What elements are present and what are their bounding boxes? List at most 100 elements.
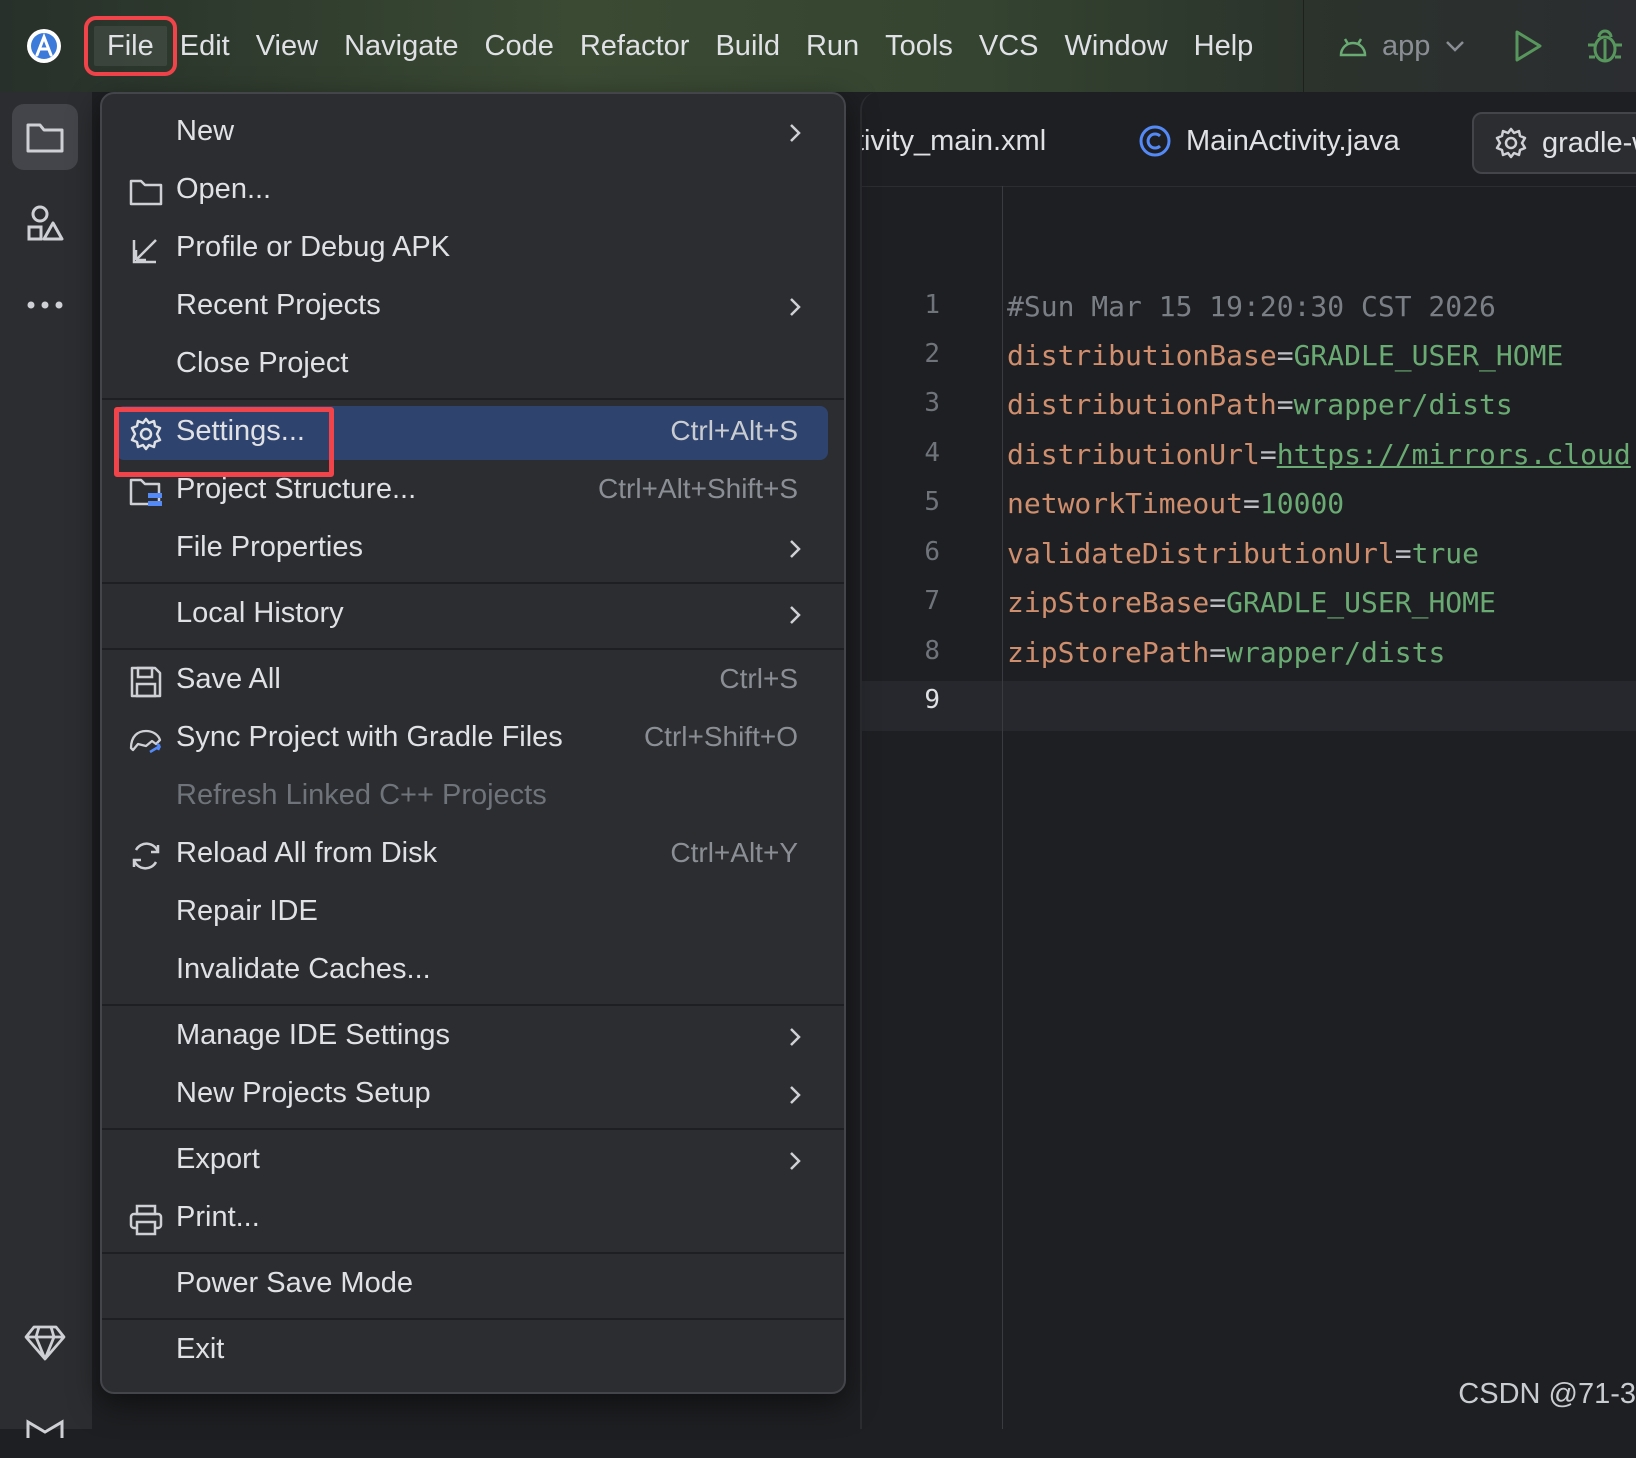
menu-item-export[interactable]: Export xyxy=(116,1134,828,1188)
menu-separator xyxy=(102,1128,844,1130)
line-number: 6 xyxy=(924,537,940,567)
property-separator: = xyxy=(1259,438,1277,471)
more-tools-button[interactable] xyxy=(12,272,78,338)
menu-item-label: Settings... xyxy=(176,415,305,447)
menu-item-label: Profile or Debug APK xyxy=(176,231,451,263)
menu-item-shortcut: Ctrl+Shift+O xyxy=(643,721,798,752)
property-value: true xyxy=(1411,537,1480,570)
line-number-current: 9 xyxy=(924,685,940,715)
play-icon xyxy=(1515,30,1542,62)
save-icon xyxy=(130,666,162,698)
code-line[interactable]: zipStorePath=wrapper/dists xyxy=(1007,636,1445,669)
menu-help[interactable]: Help xyxy=(1181,26,1267,66)
property-key: zipStorePath xyxy=(1007,636,1210,669)
tab-activity-main-xml[interactable]: tivity_main.xml xyxy=(862,112,1046,170)
menu-edit[interactable]: Edit xyxy=(167,26,243,66)
menu-item-exit[interactable]: Exit xyxy=(116,1324,828,1378)
android-studio-logo-icon[interactable] xyxy=(26,28,62,64)
menu-item-reload-from-disk[interactable]: Reload All from Disk Ctrl+Alt+Y xyxy=(116,828,828,882)
code-line[interactable]: zipStoreBase=GRADLE_USER_HOME xyxy=(1007,586,1496,619)
property-key: distributionUrl xyxy=(1007,438,1260,471)
property-key: validateDistributionUrl xyxy=(1007,537,1395,570)
property-value: GRADLE_USER_HOME xyxy=(1226,586,1496,619)
run-toolbar: app xyxy=(1303,0,1636,92)
line-number: 3 xyxy=(924,388,940,418)
run-configuration-selector[interactable]: app xyxy=(1338,30,1480,63)
menu-item-file-properties[interactable]: File Properties xyxy=(116,522,828,576)
menu-item-power-save-mode[interactable]: Power Save Mode xyxy=(116,1258,828,1312)
menu-refactor[interactable]: Refactor xyxy=(567,26,703,66)
code-line[interactable]: distributionBase=GRADLE_USER_HOME xyxy=(1007,339,1563,372)
property-key: zipStoreBase xyxy=(1007,586,1210,619)
menu-item-label: Power Save Mode xyxy=(176,1267,413,1299)
menu-item-open[interactable]: Open... xyxy=(116,164,828,218)
menu-item-print[interactable]: Print... xyxy=(116,1192,828,1246)
line-number: 5 xyxy=(924,487,940,517)
menu-item-recent-projects[interactable]: Recent Projects xyxy=(116,280,828,334)
menu-separator xyxy=(102,1318,844,1320)
menu-window[interactable]: Window xyxy=(1052,26,1181,66)
title-bar: File Edit View Navigate Code Refactor Bu… xyxy=(0,0,1636,92)
gear-icon xyxy=(1495,127,1527,159)
menu-item-save-all[interactable]: Save All Ctrl+S xyxy=(116,654,828,708)
debug-button[interactable] xyxy=(1586,26,1624,71)
tab-gradle-wrapper-properties[interactable]: gradle-w xyxy=(1472,112,1636,174)
property-key: networkTimeout xyxy=(1007,487,1244,520)
run-button[interactable] xyxy=(1512,28,1544,69)
editor-area: tivity_main.xml MainActivity.java gradle… xyxy=(860,92,1636,1429)
menu-file[interactable]: File xyxy=(84,16,177,76)
chevron-right-icon xyxy=(790,606,801,624)
line-number: 4 xyxy=(924,438,940,468)
line-number-gutter: 1 2 3 4 5 6 7 8 9 xyxy=(862,186,1003,1429)
resource-manager-button[interactable] xyxy=(12,190,78,256)
menu-item-refresh-cpp: Refresh Linked C++ Projects xyxy=(116,770,828,824)
menu-item-profile-debug-apk[interactable]: Profile or Debug APK xyxy=(116,222,828,276)
property-url-link[interactable]: https://mirrors.cloud xyxy=(1277,438,1631,471)
code-line[interactable]: validateDistributionUrl=true xyxy=(1007,537,1479,570)
line-number: 1 xyxy=(924,290,940,320)
menu-item-new-projects-setup[interactable]: New Projects Setup xyxy=(116,1068,828,1122)
menu-item-settings[interactable]: Settings... Ctrl+Alt+S xyxy=(116,406,828,460)
code-line[interactable]: #Sun Mar 15 19:20:30 CST 2026 xyxy=(1007,290,1496,323)
menu-run[interactable]: Run xyxy=(793,26,872,66)
menu-item-label: Project Structure... xyxy=(176,473,417,505)
property-value: wrapper/dists xyxy=(1226,636,1446,669)
menu-navigate[interactable]: Navigate xyxy=(331,26,471,66)
menu-build[interactable]: Build xyxy=(702,26,793,66)
code-line[interactable]: networkTimeout=10000 xyxy=(1007,487,1344,520)
menu-item-project-structure[interactable]: Project Structure... Ctrl+Alt+Shift+S xyxy=(116,464,828,518)
menu-item-label: File Properties xyxy=(176,531,363,563)
menu-item-label: Recent Projects xyxy=(176,289,381,321)
menu-item-sync-gradle[interactable]: Sync Project with Gradle Files Ctrl+Shif… xyxy=(116,712,828,766)
menu-tools[interactable]: Tools xyxy=(872,26,966,66)
menu-item-label: Save All xyxy=(176,663,281,695)
menu-item-manage-ide-settings[interactable]: Manage IDE Settings xyxy=(116,1010,828,1064)
code-line[interactable]: distributionPath=wrapper/dists xyxy=(1007,388,1513,421)
gemini-tool-button[interactable] xyxy=(12,1310,78,1376)
version-control-tool-button[interactable] xyxy=(12,1392,78,1458)
printer-icon xyxy=(129,1204,163,1236)
tab-label: MainActivity.java xyxy=(1186,124,1400,157)
chevron-down-icon xyxy=(1446,41,1465,52)
menu-item-label: Invalidate Caches... xyxy=(176,953,431,985)
code-line[interactable]: distributionUrl=https://mirrors.cloud xyxy=(1007,438,1631,471)
menu-code[interactable]: Code xyxy=(472,26,567,66)
line-number: 8 xyxy=(924,636,940,666)
menu-item-close-project[interactable]: Close Project xyxy=(116,338,828,392)
menu-item-repair-ide[interactable]: Repair IDE xyxy=(116,886,828,940)
menu-item-invalidate-caches[interactable]: Invalidate Caches... xyxy=(116,944,828,998)
property-value: GRADLE_USER_HOME xyxy=(1293,339,1564,372)
menu-view[interactable]: View xyxy=(243,26,331,66)
menu-vcs[interactable]: VCS xyxy=(966,26,1052,66)
menu-item-local-history[interactable]: Local History xyxy=(116,588,828,642)
tab-main-activity-java[interactable]: MainActivity.java xyxy=(1138,112,1400,170)
menu-item-label: Close Project xyxy=(176,347,349,379)
code-comment: #Sun Mar 15 19:20:30 CST 2026 xyxy=(1007,290,1496,323)
property-separator: = xyxy=(1276,339,1294,372)
project-tool-button[interactable] xyxy=(12,104,78,170)
menu-separator xyxy=(102,648,844,650)
menu-separator xyxy=(102,1252,844,1254)
property-value: 10000 xyxy=(1259,487,1345,520)
file-menu-popup: New Open... Profile or Debug APK Recent … xyxy=(100,92,846,1394)
menu-item-new[interactable]: New xyxy=(116,106,828,160)
